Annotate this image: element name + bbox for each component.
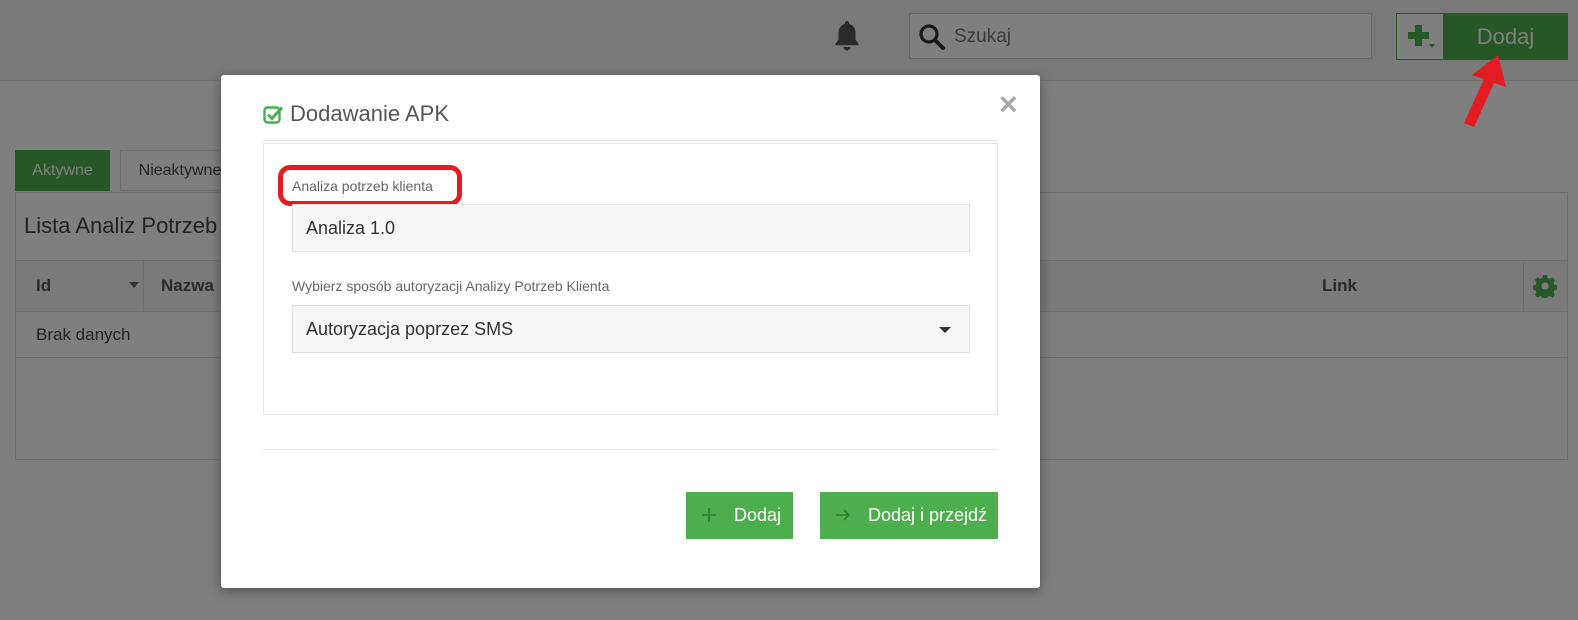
- add-apk-modal: Dodawanie APK × Analiza potrzeb klienta …: [221, 75, 1040, 588]
- header-divider: [263, 140, 998, 141]
- auth-method-select[interactable]: Autoryzacja poprzez SMS: [292, 305, 970, 353]
- apk-name-input[interactable]: Analiza 1.0: [292, 204, 970, 252]
- add-and-go-button[interactable]: Dodaj i przejdź: [820, 492, 998, 539]
- caret-down-icon: [939, 327, 951, 333]
- add-icon: [702, 508, 716, 522]
- footer-divider: [263, 449, 998, 450]
- modal-title: Dodawanie APK: [263, 101, 449, 127]
- modal-title-text: Dodawanie APK: [290, 101, 449, 126]
- arrow-right-icon: [836, 509, 851, 521]
- auth-method-value: Autoryzacja poprzez SMS: [306, 318, 514, 339]
- annotation-arrow-icon: [1464, 55, 1506, 127]
- auth-method-label: Wybierz sposób autoryzacji Analizy Potrz…: [292, 278, 610, 294]
- check-square-icon: [263, 105, 284, 124]
- close-icon[interactable]: ×: [999, 88, 1018, 120]
- add-and-go-label: Dodaj i przejdź: [868, 505, 988, 525]
- add-submit-label: Dodaj: [734, 505, 782, 525]
- highlight-annotation: [278, 165, 462, 206]
- add-submit-button[interactable]: Dodaj: [686, 492, 793, 539]
